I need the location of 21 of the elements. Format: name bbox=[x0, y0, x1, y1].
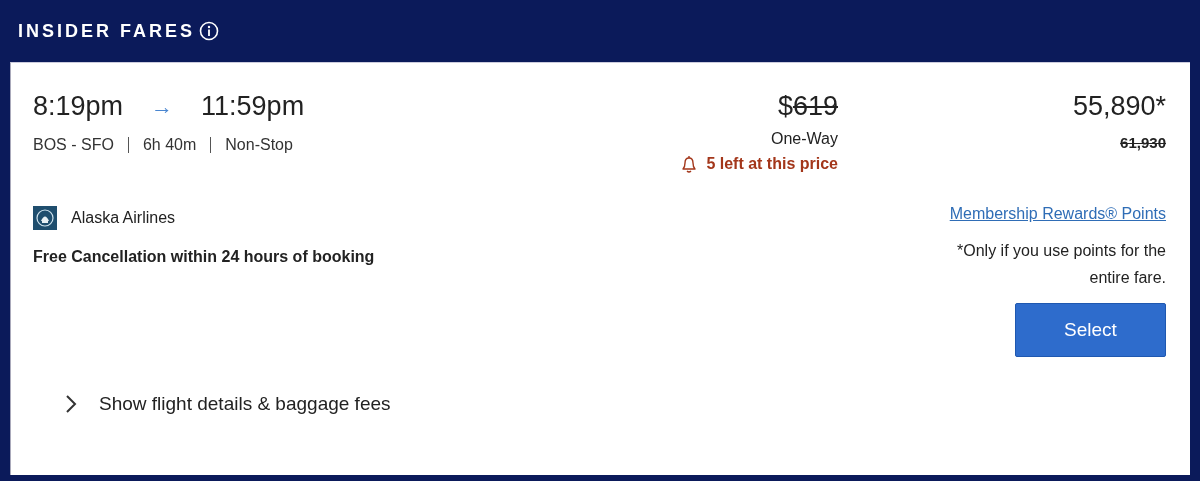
arrival-time: 11:59pm bbox=[201, 91, 305, 122]
trip-type: One-Way bbox=[771, 130, 838, 148]
rewards-link[interactable]: Membership Rewards® Points bbox=[949, 205, 1166, 223]
stops-text: Non-Stop bbox=[225, 136, 293, 154]
arrow-icon: → bbox=[151, 93, 174, 120]
points-note: *Only if you use points for the entire fare. bbox=[956, 241, 1166, 288]
details-toggle[interactable]: Show flight details & baggage fees bbox=[65, 393, 391, 415]
chevron-icon bbox=[65, 394, 77, 414]
duration-text: 6h 40m bbox=[142, 136, 197, 154]
select-button[interactable]: Select bbox=[1015, 303, 1166, 357]
route-text: BOS - SFO bbox=[33, 136, 114, 154]
airline-logo-icon bbox=[33, 206, 57, 230]
points-price: 55,890* bbox=[1072, 91, 1166, 122]
airline-name: Alaska Airlines bbox=[71, 209, 176, 227]
info-icon[interactable] bbox=[199, 21, 220, 41]
section-title: INSIDER FARES bbox=[18, 20, 196, 42]
departure-time: 8:19pm bbox=[33, 91, 124, 122]
original-points: 61,930 bbox=[1120, 134, 1166, 151]
availability-text: 5 left at this price bbox=[706, 155, 838, 173]
cash-price: $619 bbox=[777, 91, 838, 122]
cancellation-text: Free Cancellation within 24 hours of booking bbox=[33, 248, 376, 266]
